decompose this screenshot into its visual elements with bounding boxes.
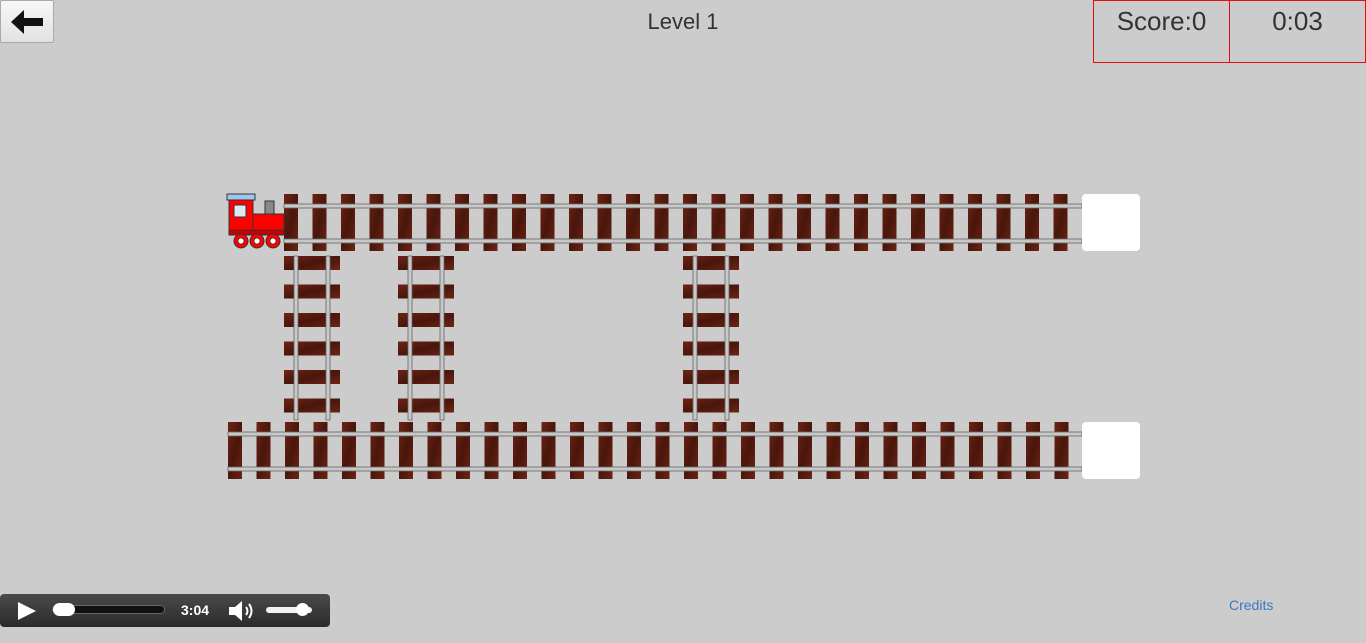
track-rail xyxy=(227,466,1083,472)
track-rail xyxy=(724,255,730,421)
play-icon[interactable] xyxy=(17,602,37,620)
track-tie xyxy=(398,370,454,384)
track-tie xyxy=(284,284,340,299)
connector-track-2[interactable] xyxy=(398,255,454,421)
track-tie xyxy=(398,341,454,356)
track-tie xyxy=(683,341,739,356)
track-rail xyxy=(227,431,1083,437)
train-engine-icon[interactable] xyxy=(226,193,286,251)
goal-station-top[interactable] xyxy=(1082,194,1140,251)
seek-bar-thumb[interactable] xyxy=(53,603,75,616)
track-tie xyxy=(398,284,454,299)
track-rail xyxy=(325,255,331,421)
track-rail xyxy=(283,238,1083,244)
track-rail xyxy=(439,255,445,421)
track-tie xyxy=(398,398,454,413)
track-tie xyxy=(683,313,739,327)
track-tie xyxy=(284,398,340,413)
track-tie xyxy=(284,256,340,270)
time-display: 3:04 xyxy=(181,602,210,618)
track-tie xyxy=(284,341,340,356)
track-tie xyxy=(284,370,340,384)
track-tie xyxy=(398,256,454,270)
volume-slider-thumb[interactable] xyxy=(295,603,309,616)
track-rail xyxy=(293,255,299,421)
track-tie xyxy=(683,256,739,270)
track-layer xyxy=(227,194,1083,479)
bottom-main-track[interactable] xyxy=(227,422,1083,479)
connector-track-3[interactable] xyxy=(683,255,739,421)
track-tie xyxy=(683,398,739,413)
game-board xyxy=(0,0,1366,643)
track-rail xyxy=(692,255,698,421)
track-tie xyxy=(683,284,739,299)
track-rail xyxy=(407,255,413,421)
track-tie xyxy=(398,313,454,327)
volume-icon[interactable] xyxy=(228,600,256,622)
track-tie xyxy=(683,370,739,384)
top-main-track[interactable] xyxy=(283,194,1083,251)
volume-slider[interactable] xyxy=(266,603,312,616)
credits-link[interactable]: Credits xyxy=(1229,597,1273,613)
goal-station-bottom[interactable] xyxy=(1082,422,1140,479)
track-rail xyxy=(283,203,1083,209)
audio-player: 3:04 xyxy=(0,594,330,627)
seek-bar[interactable] xyxy=(52,603,165,616)
track-tie xyxy=(284,313,340,327)
connector-track-1[interactable] xyxy=(284,255,340,421)
